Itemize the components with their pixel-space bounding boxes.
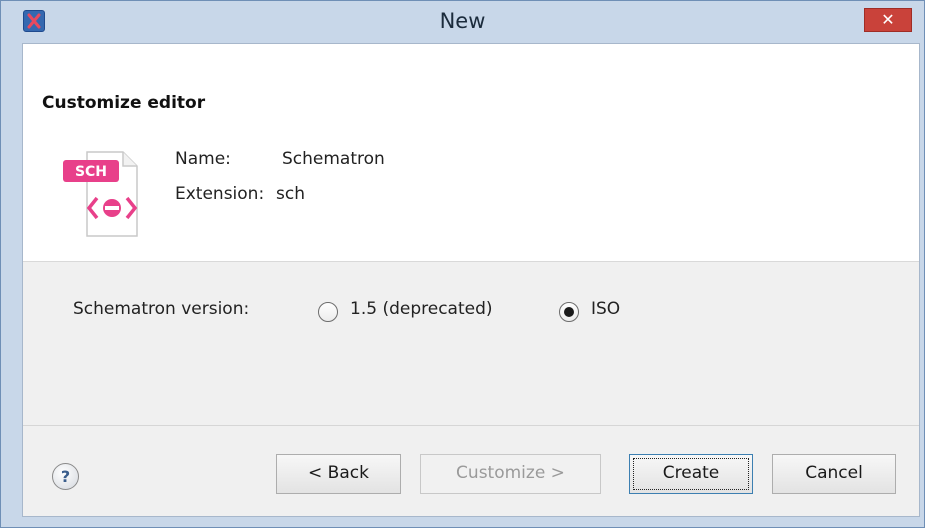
name-label: Name: [175,149,231,169]
new-dialog-window: New ✕ Customize editor SCH Name: Schemat… [0,0,925,528]
dialog-client-area: Customize editor SCH Name: Schematron Ex… [22,43,920,517]
close-icon: ✕ [881,10,895,29]
customize-button[interactable]: Customize > [420,454,601,494]
extension-label: Extension: [175,184,265,204]
name-value: Schematron [282,149,385,169]
cancel-button[interactable]: Cancel [772,454,896,494]
title-bar[interactable]: New ✕ [1,1,924,39]
radio-label-1-5[interactable]: 1.5 (deprecated) [350,299,493,319]
header-title: Customize editor [42,93,206,113]
radio-version-iso[interactable] [559,302,579,322]
header-panel: Customize editor SCH Name: Schematron Ex… [23,44,919,262]
back-button[interactable]: < Back [276,454,401,494]
radio-label-iso[interactable]: ISO [591,299,620,319]
help-icon[interactable]: ? [52,463,79,490]
schematron-file-icon: SCH [63,151,138,237]
extension-value: sch [276,184,305,204]
icon-badge-text: SCH [75,164,107,180]
radio-selected-dot [564,307,574,317]
window-title: New [439,9,486,33]
close-button[interactable]: ✕ [864,8,912,32]
schematron-version-label: Schematron version: [73,299,250,319]
options-panel [23,262,919,425]
create-button[interactable]: Create [629,454,753,494]
radio-version-1-5[interactable] [318,302,338,322]
focus-ring [633,458,749,490]
